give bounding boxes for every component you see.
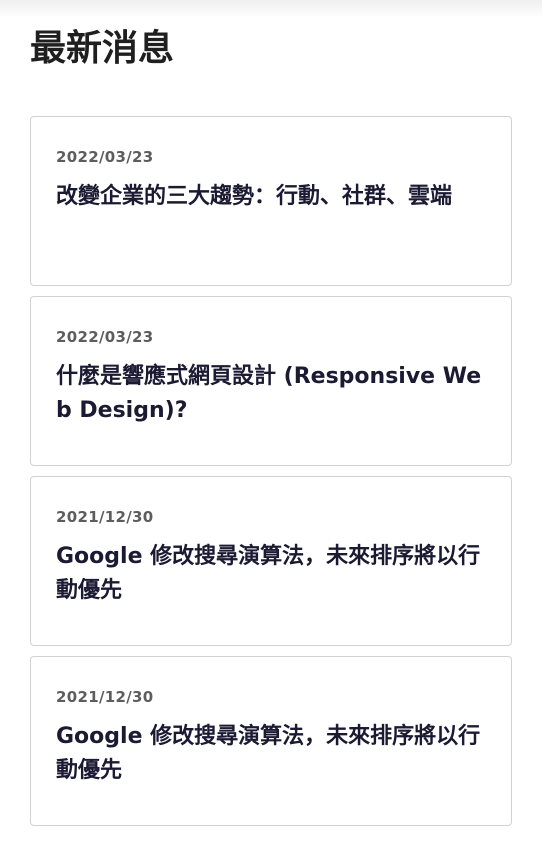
- news-card[interactable]: 2021/12/30 Google 修改搜尋演算法，未來排序將以行動優先: [30, 476, 512, 646]
- news-date: 2022/03/23: [56, 148, 154, 166]
- news-date: 2022/03/23: [56, 328, 154, 346]
- news-title-link[interactable]: Google 修改搜尋演算法，未來排序將以行動優先: [56, 720, 487, 788]
- news-title-link[interactable]: 改變企業的三大趨勢：行動、社群、雲端: [56, 180, 487, 214]
- news-list: 2022/03/23 改變企業的三大趨勢：行動、社群、雲端 2022/03/23…: [30, 116, 512, 826]
- news-card[interactable]: 2021/12/30 Google 修改搜尋演算法，未來排序將以行動優先: [30, 656, 512, 826]
- page-title: 最新消息: [30, 28, 175, 69]
- news-card[interactable]: 2022/03/23 什麼是響應式網頁設計 (Responsive Web De…: [30, 296, 512, 466]
- news-date: 2021/12/30: [56, 688, 154, 706]
- news-date: 2021/12/30: [56, 508, 154, 526]
- news-title-link[interactable]: Google 修改搜尋演算法，未來排序將以行動優先: [56, 540, 487, 608]
- news-title-link[interactable]: 什麼是響應式網頁設計 (Responsive Web Design)?: [56, 360, 487, 428]
- news-card[interactable]: 2022/03/23 改變企業的三大趨勢：行動、社群、雲端: [30, 116, 512, 286]
- news-page: 最新消息 2022/03/23 改變企業的三大趨勢：行動、社群、雲端 2022/…: [0, 0, 542, 860]
